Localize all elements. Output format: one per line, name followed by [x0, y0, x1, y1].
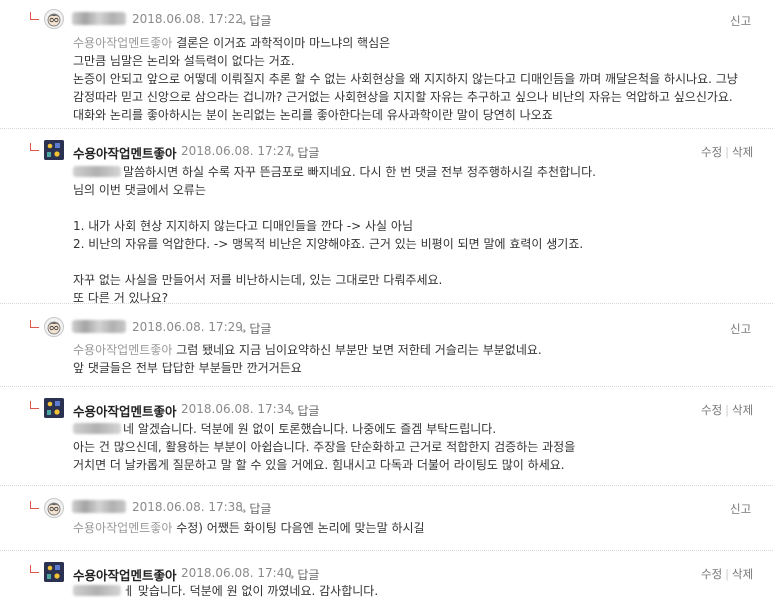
comment-body: 수용아작업멘트좋아 수정) 어쨌든 화이팅 다음엔 논리에 맞는말 하시길 [73, 519, 425, 537]
edit-button[interactable]: 수정 [701, 145, 722, 159]
avatar[interactable] [44, 317, 64, 337]
profile-image-icon [44, 562, 64, 582]
comment-date: 2018.06.08. 17:34 [181, 402, 292, 416]
comment-3: 2018.06.08. 17:29 ↳ 답글 신고 수용아작업멘트좋아 그럼 됐네… [0, 304, 773, 386]
reply-label[interactable]: 답글 [297, 404, 319, 418]
mention[interactable]: 수용아작업멘트좋아 [73, 343, 172, 357]
comment-line: 수용아작업멘트좋아 그럼 됐네요 지금 님이요약하신 부분만 보면 저한테 거슬… [73, 343, 542, 357]
report-button[interactable]: 신고 [730, 321, 751, 337]
reply-arrow-icon [30, 565, 39, 573]
comment-line: 거치면 더 날카롭게 질문하고 말 할 수 있을 거에요. 힘내시고 다독과 더… [73, 458, 565, 472]
nickname[interactable]: 수용아작업멘트좋아 [73, 143, 177, 162]
comment-line: 네 알겠습니다. 덕분에 원 없이 토론했습니다. 나중에도 즐겜 부탁드립니다… [73, 420, 575, 438]
user-face-icon [47, 321, 61, 335]
comment-date: 2018.06.08. 17:27 [181, 144, 292, 158]
comment-5: 2018.06.08. 17:38 ↳ 답글 신고 수용아작업멘트좋아 수정) 어… [0, 486, 773, 550]
edit-delete-actions: 수정 | 삭제 [701, 567, 754, 581]
comment-date: 2018.06.08. 17:29 [132, 320, 243, 334]
user-face-icon [47, 13, 61, 27]
comment-line [73, 199, 596, 217]
comment-line [73, 253, 596, 271]
nickname[interactable]: 수용아작업멘트좋아 [73, 401, 177, 420]
avatar[interactable] [44, 562, 64, 582]
comment-date: 2018.06.08. 17:40 [181, 566, 292, 580]
comment-body: 수용아작업멘트좋아 그럼 됐네요 지금 님이요약하신 부분만 보면 저한테 거슬… [73, 341, 542, 377]
reply-arrow-icon [30, 401, 39, 409]
comment-body: 수용아작업멘트좋아 결론은 이거죠 과학적이마 마느냐의 핵심은 그만큼 님말은… [73, 34, 738, 124]
nickname-blurred[interactable] [72, 320, 126, 333]
mention-blurred [73, 166, 121, 177]
reply-arrow-icon [30, 12, 39, 20]
nickname-blurred[interactable] [72, 12, 126, 25]
comment-line: 1. 내가 사회 현상 지지하지 않는다고 디매인들을 깐다 -> 사실 아님 [73, 219, 413, 233]
delete-button[interactable]: 삭제 [732, 567, 753, 581]
comment-2: 수용아작업멘트좋아 2018.06.08. 17:27 ↳ 답글 수정 | 삭제 말씀… [0, 129, 773, 305]
delete-button[interactable]: 삭제 [732, 403, 753, 417]
reply-icon: ↳ [239, 17, 248, 28]
reply-label[interactable]: 답글 [297, 568, 319, 582]
reply-label[interactable]: 답글 [249, 322, 271, 336]
comment-body: 말씀하시면 하실 수록 자꾸 뜬금포로 빠지네요. 다시 한 번 댓글 전부 정… [73, 163, 596, 307]
mention[interactable]: 수용아작업멘트좋아 [73, 36, 172, 50]
comment-line: 논증이 안되고 앞으로 어떻데 이뤄질지 추론 할 수 없는 사회현상을 왜 지… [73, 72, 738, 86]
comment-line: 아는 건 많으신데, 활용하는 부분이 아쉽습니다. 주장을 단순화하고 근거로… [73, 440, 576, 454]
comment-line: 수용아작업멘트좋아 결론은 이거죠 과학적이마 마느냐의 핵심은 [73, 36, 391, 50]
comment-6: 수용아작업멘트좋아 2018.06.08. 17:40 ↳ 답글 수정 | 삭제 ㅔ … [0, 551, 773, 612]
comment-line: 자꾸 없는 사실을 만들어서 저를 비난하시는데, 있는 그대로만 다뤄주세요. [73, 273, 443, 287]
reply-icon: ↳ [287, 407, 296, 418]
reply-arrow-icon [30, 320, 39, 328]
comment-date: 2018.06.08. 17:22 [132, 12, 243, 26]
edit-button[interactable]: 수정 [701, 567, 722, 581]
avatar[interactable] [44, 9, 64, 29]
reply-label[interactable]: 답글 [249, 14, 271, 28]
reply-button[interactable]: ↳ 답글 [287, 144, 319, 161]
comment-line: 감정따라 믿고 신앙으로 삼으라는 겁니까? 근거없는 사회현상을 지지할 자유… [73, 90, 733, 104]
comment-line: 앞 댓글들은 전부 답답한 부분들만 깐거거든요 [73, 361, 302, 375]
comment-1: 2018.06.08. 17:22 ↳ 답글 신고 수용아작업멘트좋아 결론은 이… [0, 0, 773, 128]
user-face-icon [47, 502, 61, 516]
reply-icon: ↳ [239, 325, 248, 336]
comment-body: ㅔ 맞습니다. 덕분에 원 없이 까였네요. 감사합니다. [73, 582, 378, 600]
comment-line: 말씀하시면 하실 수록 자꾸 뜬금포로 빠지네요. 다시 한 번 댓글 전부 정… [73, 163, 596, 181]
edit-delete-actions: 수정 | 삭제 [701, 145, 754, 159]
reply-button[interactable]: ↳ 답글 [239, 320, 271, 337]
edit-button[interactable]: 수정 [701, 403, 722, 417]
comment-line: 대화와 논리를 좋아하시는 분이 논리없는 논리를 좋아한다는데 유사과학이란 … [73, 108, 553, 122]
edit-delete-actions: 수정 | 삭제 [701, 403, 754, 417]
reply-icon: ↳ [239, 505, 248, 516]
comment-line: 2. 비난의 자유를 억압한다. -> 맹목적 비난은 지양해야죠. 근거 있는… [73, 237, 584, 251]
mention-blurred [73, 423, 121, 434]
mention[interactable]: 수용아작업멘트좋아 [73, 521, 172, 535]
avatar[interactable] [44, 498, 64, 518]
report-button[interactable]: 신고 [730, 13, 751, 29]
comment-date: 2018.06.08. 17:38 [132, 500, 243, 514]
reply-icon: ↳ [287, 571, 296, 582]
comment-line: ㅔ 맞습니다. 덕분에 원 없이 까였네요. 감사합니다. [73, 582, 378, 600]
reply-button[interactable]: ↳ 답글 [239, 12, 271, 29]
reply-button[interactable]: ↳ 답글 [239, 500, 271, 517]
reply-label[interactable]: 답글 [297, 146, 319, 160]
comment-line: 님의 이번 댓글에서 오류는 [73, 183, 206, 197]
reply-button[interactable]: ↳ 답글 [287, 566, 319, 583]
comment-line: 그만큼 님말은 논리와 설득력이 없다는 거죠. [73, 54, 295, 68]
reply-arrow-icon [30, 501, 39, 509]
reply-icon: ↳ [287, 149, 296, 160]
reply-button[interactable]: ↳ 답글 [287, 402, 319, 419]
report-button[interactable]: 신고 [730, 501, 751, 517]
profile-image-icon [44, 398, 64, 418]
profile-image-icon [44, 140, 64, 160]
avatar[interactable] [44, 140, 64, 160]
comment-line: 수용아작업멘트좋아 수정) 어쨌든 화이팅 다음엔 논리에 맞는말 하시길 [73, 521, 425, 535]
avatar[interactable] [44, 398, 64, 418]
delete-button[interactable]: 삭제 [732, 145, 753, 159]
reply-arrow-icon [30, 143, 39, 151]
mention-blurred [73, 585, 121, 596]
reply-label[interactable]: 답글 [249, 502, 271, 516]
nickname-blurred[interactable] [72, 500, 126, 513]
comment-4: 수용아작업멘트좋아 2018.06.08. 17:34 ↳ 답글 수정 | 삭제 네 … [0, 387, 773, 485]
comment-body: 네 알겠습니다. 덕분에 원 없이 토론했습니다. 나중에도 즐겜 부탁드립니다… [73, 420, 575, 474]
